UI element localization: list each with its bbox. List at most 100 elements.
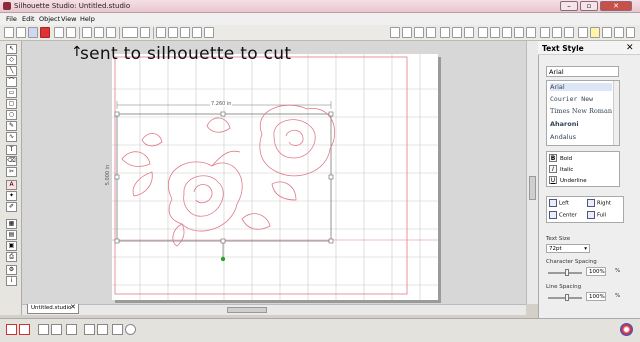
maximize-button[interactable]: ▫	[580, 1, 598, 11]
print-tool-icon[interactable]: ⎙	[6, 252, 17, 262]
stroke-icon[interactable]	[452, 27, 462, 38]
horizontal-scroll-thumb[interactable]	[227, 307, 267, 313]
vertical-scroll-thumb[interactable]	[529, 176, 536, 200]
menu-help[interactable]: Help	[80, 15, 95, 23]
line-spacing-thumb[interactable]	[565, 294, 569, 301]
open-file-icon[interactable]	[16, 27, 26, 38]
library-tool-icon[interactable]: ▦	[6, 219, 17, 229]
close-tab-icon[interactable]: ✕	[70, 303, 76, 311]
group-icon[interactable]	[6, 324, 17, 335]
redo-icon[interactable]	[140, 27, 150, 38]
cut-style-icon[interactable]	[564, 27, 574, 38]
send-to-back-icon[interactable]	[97, 324, 108, 335]
menu-view[interactable]: View	[61, 15, 76, 23]
point-edit-tool-icon[interactable]: ◇	[6, 55, 17, 65]
font-item[interactable]: Times New Roman	[550, 107, 612, 115]
zoom-box-icon[interactable]	[180, 27, 190, 38]
horizontal-scrollbar[interactable]	[22, 304, 526, 315]
align-right-button[interactable]: Right	[587, 199, 611, 209]
underline-option[interactable]: U Underline	[549, 176, 587, 184]
fit-to-page-icon[interactable]	[204, 27, 214, 38]
media-icon[interactable]	[426, 27, 436, 38]
pan-icon[interactable]	[192, 27, 202, 38]
close-window-button[interactable]: ✕	[600, 1, 632, 11]
text-size-select[interactable]: 72pt ▾	[546, 244, 590, 253]
freehand-tool-icon[interactable]: ✎	[6, 121, 17, 131]
line-tool-icon[interactable]: ╲	[6, 66, 17, 76]
save-icon[interactable]	[28, 27, 38, 38]
line-spacing-input[interactable]: 100%	[586, 292, 606, 301]
trace-icon[interactable]	[552, 27, 562, 38]
menu-edit[interactable]: Edit	[22, 15, 35, 23]
align-center-button[interactable]: Center	[549, 211, 577, 221]
ungroup-icon[interactable]	[19, 324, 30, 335]
knife-tool-icon[interactable]: ✂	[6, 167, 17, 177]
send-icon[interactable]	[578, 27, 588, 38]
minimize-button[interactable]: –	[560, 1, 578, 11]
vertical-scrollbar[interactable]	[526, 41, 538, 304]
font-name-input[interactable]: Arial	[546, 66, 619, 77]
panel-close-icon[interactable]: ✕	[626, 43, 634, 53]
draw-tool-icon[interactable]: ✐	[6, 202, 17, 212]
compound-path-icon[interactable]	[38, 324, 49, 335]
font-item[interactable]: Aharoni	[550, 120, 579, 128]
zoom-in-icon[interactable]	[156, 27, 166, 38]
copy-icon[interactable]	[94, 27, 104, 38]
rectangle-tool-icon[interactable]: ▭	[6, 88, 17, 98]
text-style-icon[interactable]	[478, 27, 488, 38]
align-full-button[interactable]: Full	[587, 211, 606, 221]
delete-icon[interactable]	[125, 324, 136, 335]
store-tool-icon[interactable]: ▤	[6, 230, 17, 240]
character-spacing-thumb[interactable]	[565, 269, 569, 276]
brush-tool-icon[interactable]: ✦	[6, 191, 17, 201]
pencil-icon[interactable]	[590, 27, 600, 38]
polygon-tool-icon[interactable]: ⌒	[6, 77, 17, 87]
color-wheel-icon[interactable]	[620, 323, 633, 336]
info-tool-icon[interactable]: i	[6, 276, 17, 286]
cut-icon[interactable]	[82, 27, 92, 38]
menu-file[interactable]: File	[6, 15, 17, 23]
zoom-out-icon[interactable]	[168, 27, 178, 38]
text-tool-icon[interactable]: T	[6, 145, 17, 155]
replicate-icon[interactable]	[514, 27, 524, 38]
character-spacing-input[interactable]: 100%	[586, 267, 606, 276]
document-page[interactable]: 7.260 in 5.000 in	[105, 54, 438, 300]
cut-settings-icon[interactable]	[54, 27, 64, 38]
help-icon[interactable]	[626, 27, 635, 38]
italic-option[interactable]: I Italic	[549, 165, 573, 173]
line-style-icon[interactable]	[464, 27, 474, 38]
font-item[interactable]: Andalus	[550, 133, 576, 141]
ellipse-tool-icon[interactable]: ○	[6, 110, 17, 120]
duplicate-icon[interactable]	[112, 324, 123, 335]
fill-icon[interactable]	[440, 27, 450, 38]
registration-marks-icon[interactable]	[414, 27, 424, 38]
send-to-cutter-icon[interactable]	[66, 27, 76, 38]
layers-tool-icon[interactable]: ▣	[6, 241, 17, 251]
font-item[interactable]: Arial	[550, 83, 612, 91]
new-file-icon[interactable]	[4, 27, 14, 38]
eraser-tool-icon[interactable]: ⌫	[6, 156, 17, 166]
font-list-scrollbar[interactable]	[613, 81, 619, 145]
store-icon[interactable]	[602, 27, 612, 38]
menu-object[interactable]: Object	[39, 15, 60, 23]
page-settings-icon[interactable]	[390, 27, 400, 38]
rounded-rect-tool-icon[interactable]: ▢	[6, 99, 17, 109]
modify-icon[interactable]	[526, 27, 536, 38]
library-icon[interactable]	[40, 27, 50, 38]
grid-icon[interactable]	[402, 27, 412, 38]
align-icon[interactable]	[502, 27, 512, 38]
bold-option[interactable]: B Bold	[549, 154, 572, 162]
smooth-freehand-tool-icon[interactable]: ∿	[6, 132, 17, 142]
paste-icon[interactable]	[106, 27, 116, 38]
rotate-handle[interactable]	[220, 256, 226, 262]
offset-icon[interactable]	[540, 27, 550, 38]
select-tool-icon[interactable]: ↖	[6, 44, 17, 54]
text-style-tool-icon[interactable]: A	[6, 180, 17, 190]
more-icon[interactable]	[614, 27, 624, 38]
undo-icon[interactable]	[122, 27, 138, 38]
weld-icon[interactable]	[66, 324, 77, 335]
transform-icon[interactable]	[490, 27, 500, 38]
font-list[interactable]: Arial Courier New Times New Roman Aharon…	[546, 80, 620, 146]
font-item[interactable]: Courier New	[550, 95, 593, 103]
release-compound-icon[interactable]	[51, 324, 62, 335]
